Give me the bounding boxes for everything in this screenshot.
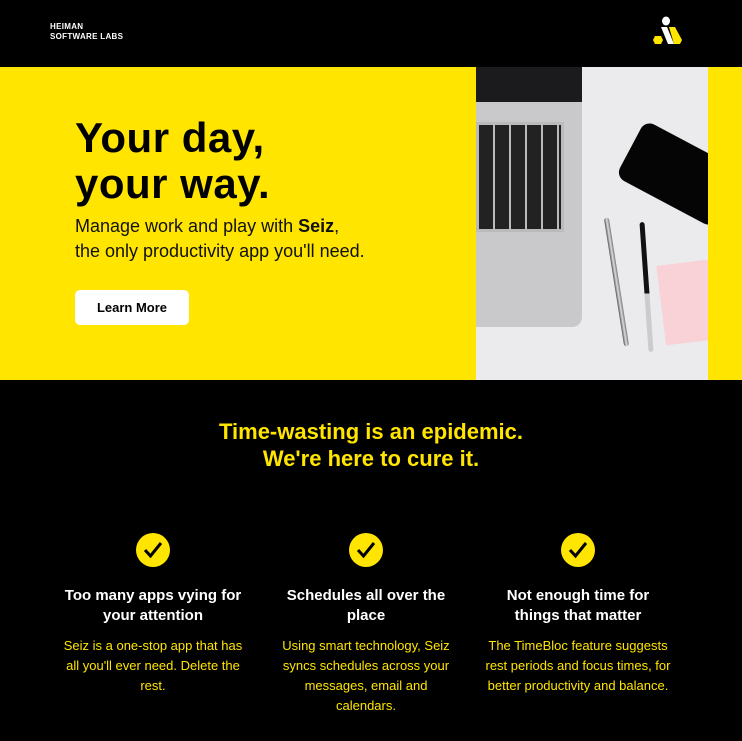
brand-mention: Seiz (298, 216, 335, 236)
feature-text: Seiz is a one-stop app that has all you'… (63, 638, 243, 693)
phone-image (615, 119, 708, 229)
pen-image (639, 221, 654, 353)
heiman-logo-icon[interactable] (650, 16, 684, 48)
feature-text: Using smart technology, Seiz syncs sched… (282, 638, 450, 713)
checkmark-icon (561, 533, 595, 567)
checkmark-icon (349, 533, 383, 567)
feature-text: The TimeBloc feature suggests rest perio… (485, 638, 671, 693)
feature-title: Schedules all over the place (286, 587, 446, 624)
feature-card: Not enough time for things that matter T… (473, 533, 683, 696)
feature-card: Schedules all over the place Using smart… (261, 533, 471, 716)
header: HEIMAN SOFTWARE LABS (0, 0, 742, 67)
feature-title: Too many apps vying for your attention (64, 587, 242, 624)
pen-image (603, 217, 630, 347)
learn-more-button[interactable]: Learn More (75, 290, 189, 325)
hero-desk-photo (476, 67, 708, 380)
brand-line-2: SOFTWARE LABS (50, 32, 124, 41)
feature-card: Too many apps vying for your attention S… (48, 533, 258, 696)
hero-subtitle: Manage work and play with Seiz, the only … (75, 216, 365, 261)
checkmark-icon (136, 533, 170, 567)
tagline: Time-wasting is an epidemic. We're here … (218, 419, 523, 471)
brand-name[interactable]: HEIMAN SOFTWARE LABS (50, 22, 123, 42)
hero-section: Your day, your way. Manage work and play … (0, 67, 742, 380)
hero-title: Your day, your way. (75, 114, 271, 207)
feature-title: Not enough time for things that matter (506, 587, 650, 624)
brand-line-1: HEIMAN (50, 22, 84, 31)
sticky-note-image (656, 258, 708, 346)
keyboard-image (476, 122, 564, 232)
